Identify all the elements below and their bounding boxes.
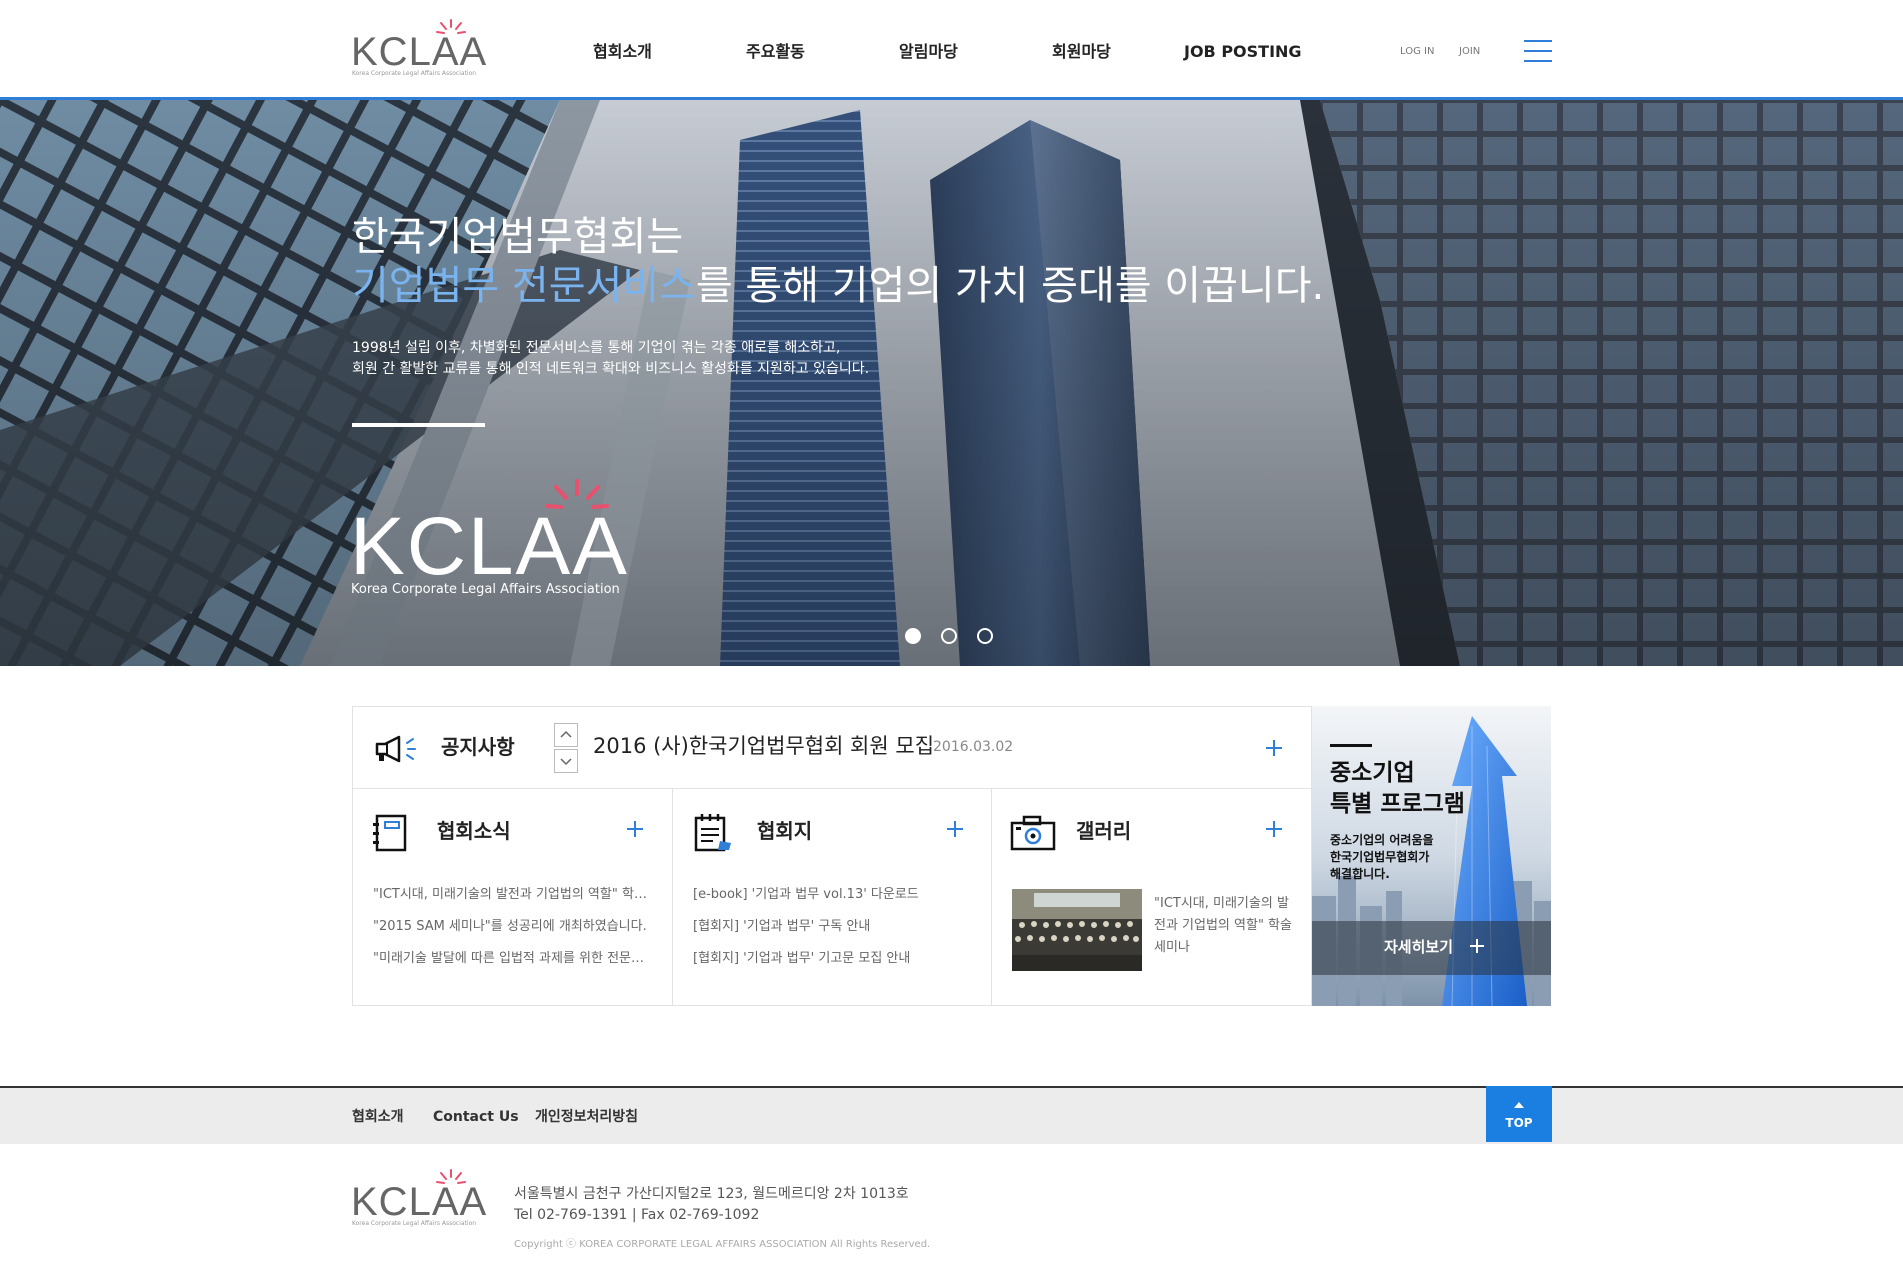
login-link[interactable]: LOG IN xyxy=(1400,46,1434,58)
logo-wordmark: KCLAA xyxy=(351,30,488,74)
footer-logo-wordmark: KCLAA xyxy=(351,1180,488,1224)
slider-dot-3[interactable] xyxy=(977,628,993,644)
hero-title-highlight: 기업법무 전문서비스 xyxy=(352,263,696,309)
camera-icon xyxy=(1010,815,1056,851)
chevron-up-icon xyxy=(560,730,572,738)
notice-prev-button[interactable] xyxy=(554,723,578,747)
footer-address: 서울특별시 금천구 가산디지털2로 123, 월드메르디앙 2차 1013호 xyxy=(514,1186,909,1202)
slider-dot-1[interactable] xyxy=(905,628,921,644)
notice-title-link[interactable]: 2016 (사)한국기업법무협회 회원 모집 xyxy=(593,733,934,759)
nav-activities[interactable]: 주요활동 xyxy=(746,40,805,64)
join-link[interactable]: JOIN xyxy=(1459,46,1480,58)
promo-description: 중소기업의 어려움을 한국기업법무협회가 해결합니다. xyxy=(1330,832,1434,883)
gallery-column: 갤러리 "ICT시대, 미래기술의 발전과 기업법의 역할" 학술 세미나 xyxy=(991,789,1311,1005)
news-item[interactable]: "2015 SAM 세미나"를 성공리에 개최하였습니다. xyxy=(373,911,653,943)
promo-more-label: 자세히보기 xyxy=(1384,938,1454,956)
footer-address-block: 서울특별시 금천구 가산디지털2로 123, 월드메르디앙 2차 1013호 T… xyxy=(514,1184,909,1226)
notebook-icon xyxy=(373,814,407,852)
hero-logo-subtitle: Korea Corporate Legal Affairs Associatio… xyxy=(351,582,620,597)
promo-description-line1: 중소기업의 어려움을 xyxy=(1330,833,1434,847)
footer-logo: KCLAA Korea Corporate Legal Affairs Asso… xyxy=(351,1168,486,1227)
hamburger-icon[interactable] xyxy=(1524,40,1552,62)
hero-divider xyxy=(352,423,485,427)
board-panel: 공지사항 2016 (사)한국기업법무협회 회원 모집 2016.03.02 협… xyxy=(352,706,1312,1006)
arrow-up-icon xyxy=(1514,1102,1524,1108)
footer-copyright: Copyright ⓒ KOREA CORPORATE LEGAL AFFAIR… xyxy=(514,1239,931,1250)
journal-item[interactable]: [협회지] '기업과 법무' 구독 안내 xyxy=(693,911,973,943)
promo-more-button[interactable]: 자세히보기 xyxy=(1312,921,1551,975)
footer-contact: Tel 02-769-1391 | Fax 02-769-1092 xyxy=(514,1207,760,1223)
news-more-plus-icon[interactable] xyxy=(627,821,643,837)
news-item[interactable]: "ICT시대, 미래기술의 발전과 기업법의 역할" 학술 세미나 xyxy=(373,879,653,911)
journal-column: 협회지 [e-book] '기업과 법무 vol.13' 다운로드 [협회지] … xyxy=(672,789,991,1005)
promo-title-line1: 중소기업 xyxy=(1330,760,1415,786)
footer-logo-subtitle: Korea Corporate Legal Affairs Associatio… xyxy=(352,1220,477,1227)
hero-logo-wordmark: KCLAA xyxy=(350,501,629,592)
notice-next-button[interactable] xyxy=(554,749,578,773)
top-button-label: TOP xyxy=(1505,1116,1533,1130)
gallery-title: 갤러리 xyxy=(1076,819,1132,843)
footer-link-privacy[interactable]: 개인정보처리방침 xyxy=(535,1108,638,1126)
document-icon xyxy=(694,814,731,852)
gallery-photo-image xyxy=(1012,889,1142,971)
hero-description: 1998년 설립 이후, 차별화된 전문서비스를 통해 기업이 겪는 각종 애로… xyxy=(352,338,869,380)
footer-link-about[interactable]: 협회소개 xyxy=(352,1108,404,1126)
journal-item[interactable]: [e-book] '기업과 법무 vol.13' 다운로드 xyxy=(693,879,973,911)
hero-background-image xyxy=(0,100,1903,666)
hero-title-line2: 기업법무 전문서비스를 통해 기업의 가치 증대를 이끕니다. xyxy=(352,261,1324,311)
hero-description-line2: 회원 간 활발한 교류를 통해 인적 네트워크 확대와 비즈니스 활성화를 지원… xyxy=(352,361,870,377)
slider-dot-2[interactable] xyxy=(941,628,957,644)
megaphone-icon xyxy=(375,735,416,763)
nav-job-posting[interactable]: JOB POSTING xyxy=(1184,40,1302,64)
gallery-caption[interactable]: "ICT시대, 미래기술의 발전과 기업법의 역할" 학술 세미나 xyxy=(1154,893,1294,959)
notice-more-plus-icon[interactable] xyxy=(1266,740,1282,756)
logo-subtitle: Korea Corporate Legal Affairs Associatio… xyxy=(352,70,477,77)
journal-item[interactable]: [협회지] '기업과 법무' 기고문 모집 안내 xyxy=(693,943,973,975)
promo-description-line2: 한국기업법무협회가 xyxy=(1330,850,1430,864)
footer-link-contact[interactable]: Contact Us xyxy=(433,1108,519,1126)
chevron-down-icon xyxy=(560,758,572,766)
news-column: 협회소식 "ICT시대, 미래기술의 발전과 기업법의 역할" 학술 세미나 "… xyxy=(353,789,672,1005)
news-item[interactable]: "미래기술 발달에 따른 입법적 과제를 위한 전문가 토론회" xyxy=(373,943,653,975)
notice-date: 2016.03.02 xyxy=(933,739,1014,755)
journal-title: 협회지 xyxy=(757,819,813,843)
promo-divider xyxy=(1330,744,1372,747)
nav-notices[interactable]: 알림마당 xyxy=(899,40,958,64)
hero-title-line1: 한국기업법무협회는 xyxy=(352,214,684,260)
promo-title-line2: 특별 프로그램 xyxy=(1330,791,1465,817)
gallery-more-plus-icon[interactable] xyxy=(1266,821,1282,837)
top-button[interactable]: TOP xyxy=(1486,1086,1552,1142)
news-title: 협회소식 xyxy=(437,819,511,843)
journal-more-plus-icon[interactable] xyxy=(947,821,963,837)
hero-description-line1: 1998년 설립 이후, 차별화된 전문서비스를 통해 기업이 겪는 각종 애로… xyxy=(352,340,841,356)
hero-logo: KCLAA Korea Corporate Legal Affairs Asso… xyxy=(350,478,630,608)
sme-program-banner[interactable]: 중소기업 특별 프로그램 중소기업의 어려움을 한국기업법무협회가 해결합니다.… xyxy=(1312,706,1551,1006)
site-header: KCLAA Korea Corporate Legal Affairs Asso… xyxy=(0,0,1903,100)
nav-members[interactable]: 회원마당 xyxy=(1052,40,1111,64)
main-content: 공지사항 2016 (사)한국기업법무협회 회원 모집 2016.03.02 협… xyxy=(352,706,1551,1006)
promo-title: 중소기업 특별 프로그램 xyxy=(1330,758,1465,820)
notice-label: 공지사항 xyxy=(441,735,515,759)
promo-description-line3: 해결합니다. xyxy=(1330,867,1390,881)
hero-title-rest: 를 통해 기업의 가치 증대를 이끕니다. xyxy=(695,263,1325,309)
news-list: "ICT시대, 미래기술의 발전과 기업법의 역할" 학술 세미나 "2015 … xyxy=(373,879,653,975)
footer-nav: 협회소개 Contact Us 개인정보처리방침 TOP xyxy=(0,1086,1903,1144)
gallery-thumbnail[interactable] xyxy=(1012,889,1142,971)
nav-about[interactable]: 협회소개 xyxy=(593,40,652,64)
notice-bar: 공지사항 2016 (사)한국기업법무협회 회원 모집 2016.03.02 xyxy=(353,707,1311,789)
hero-slider: 한국기업법무협회는 기업법무 전문서비스를 통해 기업의 가치 증대를 이끕니다… xyxy=(0,100,1903,666)
journal-list: [e-book] '기업과 법무 vol.13' 다운로드 [협회지] '기업과… xyxy=(693,879,973,975)
plus-icon xyxy=(1470,939,1484,953)
site-logo[interactable]: KCLAA Korea Corporate Legal Affairs Asso… xyxy=(351,18,486,77)
